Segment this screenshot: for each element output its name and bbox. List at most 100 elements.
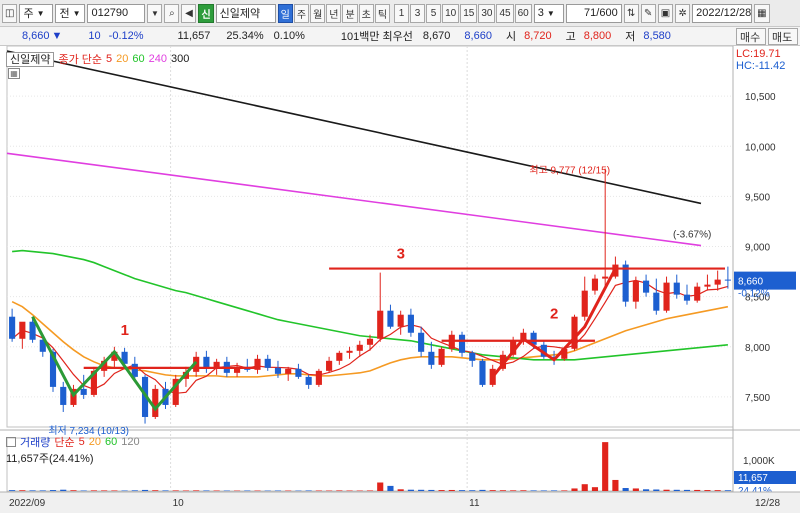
volume-bar bbox=[29, 490, 36, 491]
legend-ma60: 60 bbox=[132, 53, 145, 65]
draw-tool-button[interactable]: ✎ bbox=[640, 3, 656, 23]
candle-body bbox=[653, 292, 660, 311]
legend-stock-name[interactable]: 신일제약 bbox=[6, 51, 55, 67]
candle-body bbox=[60, 386, 67, 405]
period-button-5[interactable]: 초 bbox=[358, 3, 374, 23]
interval-button-7[interactable]: 60 bbox=[514, 3, 532, 23]
interval-button-3[interactable]: 10 bbox=[442, 3, 460, 23]
interval-button-4[interactable]: 15 bbox=[460, 3, 478, 23]
quote-change: 10 bbox=[88, 30, 101, 42]
legend-ma300: 300 bbox=[171, 53, 190, 65]
sell-button[interactable]: 매도 bbox=[768, 28, 798, 45]
volume-ma60: 60 bbox=[105, 436, 118, 448]
volume-bar bbox=[438, 490, 445, 491]
candle-body bbox=[724, 279, 731, 281]
candle-body bbox=[274, 367, 282, 374]
candle-body bbox=[29, 321, 36, 340]
period-button-3[interactable]: 년 bbox=[326, 3, 342, 23]
date-field[interactable]: 2022/12/28 bbox=[692, 3, 753, 23]
interval-group: 1 3 5 10 15 30 45 60 bbox=[394, 3, 532, 23]
volume-bar bbox=[479, 489, 486, 491]
code-value: 012790 bbox=[91, 7, 129, 19]
volume-bar bbox=[172, 490, 179, 491]
y-tick-label: 8,000 bbox=[745, 343, 770, 354]
table-toggle-icon[interactable]: ▦ bbox=[8, 68, 20, 79]
volume-bar bbox=[101, 490, 108, 491]
count-field[interactable]: 71/600 bbox=[565, 3, 622, 23]
volume-bar bbox=[530, 490, 537, 491]
volume-bar bbox=[182, 490, 190, 491]
period-button-6[interactable]: 틱 bbox=[374, 3, 391, 23]
credit-badge[interactable]: 신 bbox=[198, 3, 214, 23]
candle-body bbox=[591, 278, 599, 291]
volume-bar bbox=[612, 479, 619, 491]
save-button[interactable]: ▣ bbox=[657, 3, 674, 23]
chevron-down-icon: ▼ bbox=[72, 8, 81, 18]
volume-bar bbox=[80, 490, 87, 491]
x-axis-label: 11 bbox=[469, 498, 480, 509]
interval-button-0[interactable]: 1 bbox=[394, 3, 410, 23]
mode-select[interactable]: 전 ▼ bbox=[55, 3, 86, 23]
market-select[interactable]: 주 ▼ bbox=[19, 3, 54, 23]
candle-body bbox=[9, 316, 16, 339]
volume-bar bbox=[571, 488, 578, 491]
quote-bar: 8,660 ▼ 10 -0.12% 11,657 25.34% 0.10% 10… bbox=[0, 27, 800, 46]
buy-button[interactable]: 매수 bbox=[736, 28, 766, 45]
dropdown-button[interactable]: ▼ bbox=[147, 3, 163, 23]
calendar-icon: ▦ bbox=[757, 7, 767, 19]
legend-ma20: 20 bbox=[116, 53, 129, 65]
volume-bar bbox=[622, 488, 629, 491]
quote-amount: 11,657 bbox=[177, 30, 211, 42]
candle-body bbox=[305, 376, 312, 385]
high-label: 고 bbox=[565, 31, 576, 43]
chart-area[interactable]: 7,500 8,000 8,500 9,000 9,500 10,000 10,500 1 2 3… bbox=[0, 46, 800, 513]
volume-bar bbox=[704, 490, 711, 491]
compare-icon: ⇅ bbox=[627, 7, 636, 19]
interval-button-2[interactable]: 5 bbox=[426, 3, 442, 23]
volume-bar bbox=[632, 488, 639, 491]
volume-bar bbox=[336, 490, 343, 491]
candle-body bbox=[397, 314, 404, 327]
candle-body bbox=[152, 388, 159, 417]
interval-select[interactable]: 3 ▼ bbox=[533, 3, 564, 23]
candle-body bbox=[19, 321, 26, 339]
period-button-0[interactable]: 일 bbox=[277, 3, 293, 23]
toolbar: ◫ 주 ▼ 전 ▼ 012790 ▼ ⌕ ◀ 신 신일제약 일주월년분초틱 1351… bbox=[0, 0, 800, 27]
period-button-2[interactable]: 월 bbox=[310, 3, 326, 23]
period-button-4[interactable]: 분 bbox=[342, 3, 358, 23]
compare-button[interactable]: ⇅ bbox=[623, 3, 639, 23]
interval-button-6[interactable]: 45 bbox=[496, 3, 514, 23]
settings-button[interactable]: ✲ bbox=[675, 3, 691, 23]
window-menu-icon[interactable]: ◫ bbox=[2, 3, 18, 23]
x-axis-background bbox=[0, 492, 800, 513]
volume-toggle-icon[interactable] bbox=[6, 437, 16, 447]
chevron-down-icon: ▼ bbox=[36, 8, 45, 18]
market-label: 주 bbox=[23, 8, 34, 20]
volume-bar bbox=[428, 489, 435, 491]
volume-bar bbox=[39, 490, 46, 491]
quote-change-pct: -0.12% bbox=[108, 30, 144, 42]
volume-bar bbox=[448, 489, 455, 491]
interval-button-5[interactable]: 30 bbox=[478, 3, 496, 23]
volume-bar bbox=[346, 490, 353, 491]
candle-body bbox=[326, 360, 333, 371]
candle-body bbox=[479, 360, 486, 385]
stock-name-field[interactable]: 신일제약 bbox=[215, 3, 276, 23]
volume-bar bbox=[131, 490, 138, 491]
volume-ma20: 20 bbox=[88, 436, 101, 448]
chevron-down-icon: ▼ bbox=[546, 8, 555, 18]
sound-button[interactable]: ◀ bbox=[181, 3, 197, 23]
interval-button-1[interactable]: 3 bbox=[410, 3, 426, 23]
quote-bid: 8,670 bbox=[422, 30, 451, 42]
volume-bar bbox=[315, 490, 322, 491]
volume-ma120: 120 bbox=[121, 436, 140, 448]
volume-bar bbox=[19, 490, 26, 491]
y-tick-label: 7,500 bbox=[745, 393, 770, 404]
volume-value: 11,657주(24.41%) bbox=[6, 453, 94, 465]
volume-bar bbox=[387, 485, 394, 491]
period-button-1[interactable]: 주 bbox=[293, 3, 310, 23]
calendar-button[interactable]: ▦ bbox=[754, 3, 770, 23]
candle-body bbox=[285, 368, 292, 374]
search-button[interactable]: ⌕ bbox=[164, 3, 180, 23]
code-input[interactable]: 012790 bbox=[87, 3, 146, 23]
